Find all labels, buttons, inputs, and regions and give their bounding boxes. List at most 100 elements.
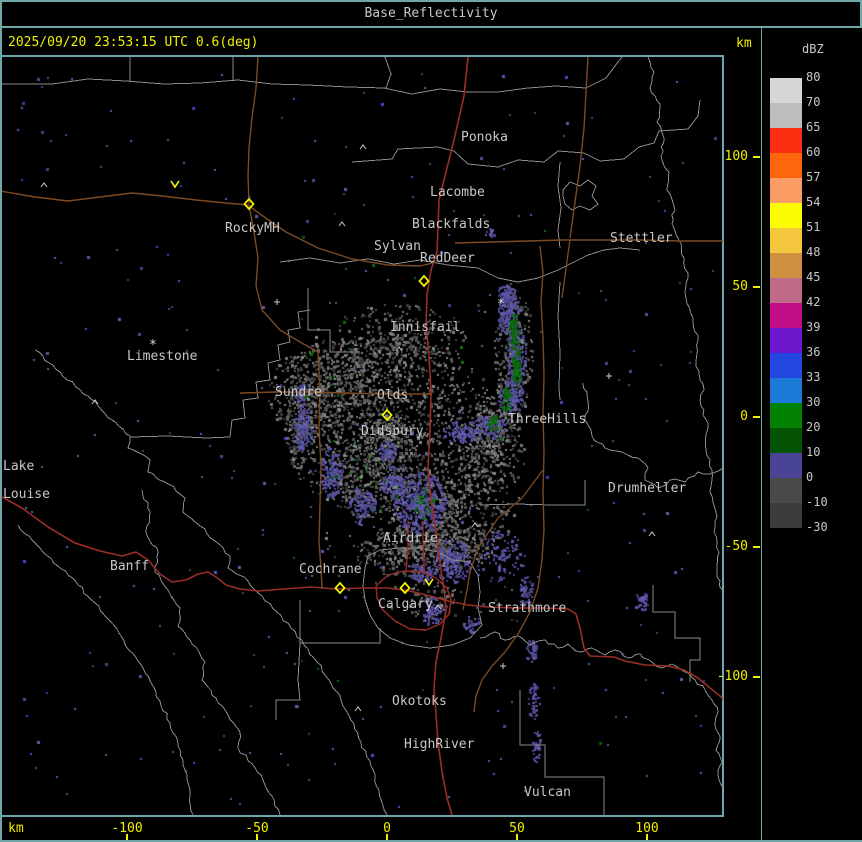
boundary-line — [352, 100, 700, 167]
boundary-line — [480, 632, 723, 788]
right-axis-tick — [753, 416, 760, 418]
city-label: Sylvan — [374, 239, 421, 254]
legend-cell — [770, 153, 802, 178]
legend-tick-label: -10 — [806, 495, 850, 509]
caret-marker — [360, 145, 366, 149]
city-label: Drumheller — [608, 481, 686, 496]
boundary-line — [35, 350, 387, 815]
city-label: Airdrie — [383, 531, 438, 546]
legend-cell — [770, 78, 802, 103]
caret-marker — [355, 707, 361, 711]
title-bar: Base_Reflectivity — [0, 0, 862, 28]
right-axis-unit-label: km — [736, 36, 752, 51]
legend-tick-label: 51 — [806, 220, 850, 234]
station-diamond-marker — [383, 410, 392, 420]
city-label: Didsbury — [361, 424, 424, 439]
road-brown — [248, 57, 258, 204]
boundary-line — [18, 525, 193, 815]
boundary-line — [558, 162, 561, 248]
legend-tick-label: 10 — [806, 445, 850, 459]
legend-tick-label: 20 — [806, 420, 850, 434]
city-label: Stettler — [610, 231, 673, 246]
bottom-axis-tick — [386, 834, 388, 840]
bottom-axis-unit-label: km — [8, 821, 24, 836]
right-axis-tick-label: 50 — [704, 279, 748, 294]
right-axis-tick — [753, 546, 760, 548]
boundary-line — [558, 282, 560, 400]
bottom-axis-tick — [256, 834, 258, 840]
city-label: ThreeHills — [508, 412, 586, 427]
city-label: Blackfalds — [412, 217, 490, 232]
city-label: Ponoka — [461, 130, 508, 145]
plus-marker — [500, 663, 506, 669]
radar-application-window: Base_Reflectivity 2025/09/20 23:53:15 UT… — [0, 0, 862, 842]
legend-tick-label: 33 — [806, 370, 850, 384]
boundary-line — [308, 288, 360, 352]
legend-tick-label: 42 — [806, 295, 850, 309]
boundary-line — [300, 628, 380, 643]
caret-marker — [339, 222, 345, 226]
right-axis-tick — [753, 156, 760, 158]
caret-marker — [435, 605, 441, 609]
legend-tick-label: -30 — [806, 520, 850, 534]
plus-marker — [606, 373, 612, 379]
road-red — [2, 496, 448, 601]
legend-cell — [770, 428, 802, 453]
caret-marker — [41, 183, 47, 187]
page-title: Base_Reflectivity — [364, 6, 497, 21]
legend-tick-label: 70 — [806, 95, 850, 109]
legend-cell — [770, 303, 802, 328]
legend-tick-label: 65 — [806, 120, 850, 134]
boundary-line — [385, 57, 391, 88]
right-axis-tick-label: -100 — [704, 669, 748, 684]
city-label: RedDeer — [420, 251, 475, 266]
city-label: Calgary — [378, 597, 433, 612]
title-separator-line — [0, 26, 862, 28]
legend-tick-label: 80 — [806, 70, 850, 84]
legend-tick-label: 45 — [806, 270, 850, 284]
plus-marker — [274, 299, 280, 305]
city-label: Louise — [3, 487, 50, 502]
boundary-line — [563, 180, 598, 210]
road-brown — [2, 191, 437, 266]
legend-tick-label: 60 — [806, 145, 850, 159]
bottom-axis-tick — [126, 834, 128, 840]
right-axis-tick-label: 0 — [704, 409, 748, 424]
legend-cell — [770, 253, 802, 278]
city-label: Lacombe — [430, 185, 485, 200]
legend-cell — [770, 178, 802, 203]
road-brown — [562, 240, 570, 298]
legend-cell — [770, 103, 802, 128]
legend-cell — [770, 478, 802, 503]
boundary-line — [648, 57, 722, 590]
legend-panel: dBZ 807065605754514845423936333020100-10… — [762, 28, 862, 840]
legend-tick-label: 39 — [806, 320, 850, 334]
city-label: Banff — [110, 559, 149, 574]
road-red — [406, 521, 408, 572]
boundary-line — [130, 436, 230, 438]
legend-cell — [770, 128, 802, 153]
v-marker — [425, 579, 433, 585]
legend-cell — [770, 353, 802, 378]
legend-tick-label: 54 — [806, 195, 850, 209]
legend-title: dBZ — [802, 42, 824, 56]
city-label: Vulcan — [524, 785, 571, 800]
city-label: Lake — [3, 459, 34, 474]
legend-cell — [770, 378, 802, 403]
city-label: Sundre — [275, 385, 322, 400]
boundary-line — [583, 383, 723, 488]
right-axis-tick-label: 100 — [704, 149, 748, 164]
city-label: Strathmore — [488, 601, 566, 616]
caret-marker — [472, 523, 478, 527]
legend-cell — [770, 453, 802, 478]
timestamp-label: 2025/09/20 23:53:15 UTC 0.6(deg) — [8, 35, 258, 50]
station-diamond-marker — [420, 276, 429, 286]
caret-marker — [649, 532, 655, 536]
caret-marker — [396, 347, 402, 351]
legend-tick-label: 48 — [806, 245, 850, 259]
legend-tick-label: 57 — [806, 170, 850, 184]
boundary-line — [276, 600, 300, 720]
map-overlay: **PonokaLacombeBlackfaldsSylvanRedDeerSt… — [2, 57, 723, 816]
right-axis-tick — [753, 286, 760, 288]
road-red — [423, 521, 424, 572]
